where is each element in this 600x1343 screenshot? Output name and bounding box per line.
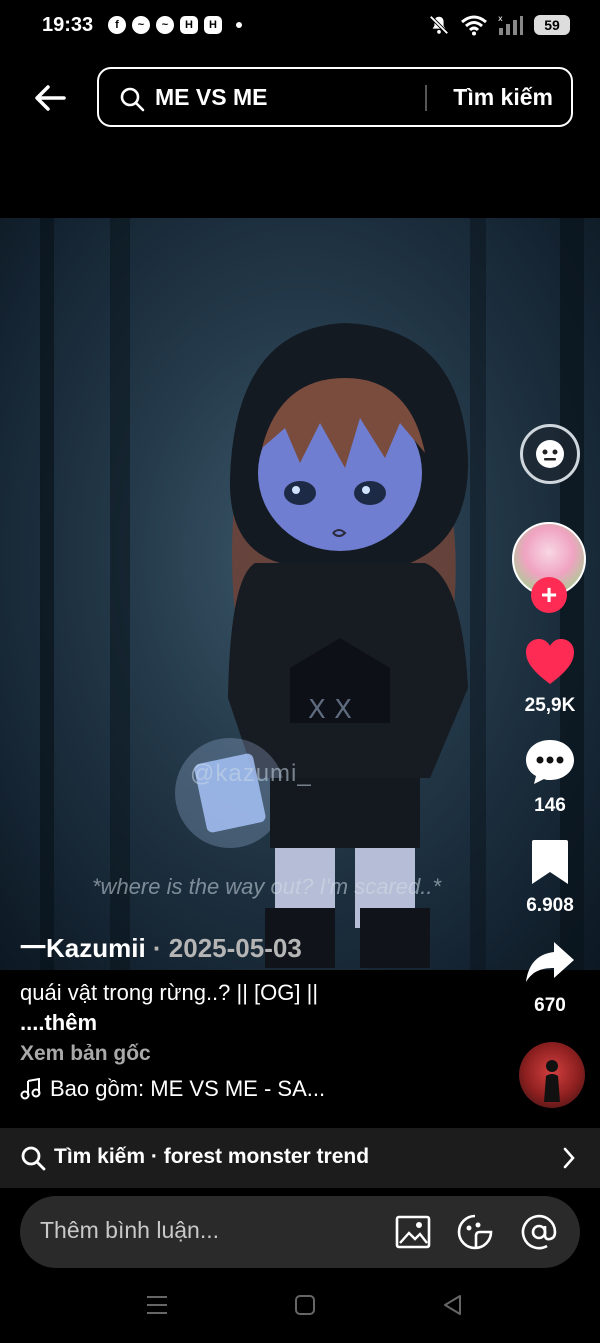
comment-count: 146 — [534, 795, 566, 816]
share-arrow-icon — [526, 942, 574, 982]
bookmark-icon — [532, 840, 568, 884]
battery-indicator: 59 — [534, 15, 570, 35]
search-icon — [21, 1146, 46, 1171]
post-date: · 2025-05-03 — [152, 933, 302, 963]
home-icon[interactable] — [294, 1294, 316, 1316]
related-search-bar[interactable]: Tìm kiếm · forest monster trend — [0, 1128, 600, 1188]
chevron-right-icon — [563, 1147, 575, 1169]
more-notifications-icon — [236, 22, 242, 28]
silhouette-icon — [544, 1060, 560, 1102]
arrow-left-icon — [35, 85, 66, 111]
comment-bar[interactable]: Thêm bình luận... — [20, 1196, 580, 1268]
signal-icon: x — [498, 14, 523, 35]
music-note-icon — [20, 1078, 41, 1100]
save-count: 6.908 — [526, 895, 574, 916]
svg-text:X X: X X — [308, 695, 352, 725]
like-count: 25,9K — [524, 695, 576, 716]
music-info[interactable]: Bao gồm: ME VS ME - SA... — [20, 1076, 325, 1102]
wifi-icon — [461, 15, 487, 36]
search-bar[interactable]: ME VS ME Tìm kiếm — [97, 67, 573, 127]
app-icon: H — [204, 16, 222, 34]
face-filter-button[interactable] — [520, 424, 580, 484]
search-button[interactable]: Tìm kiếm — [453, 84, 553, 111]
status-bar: 19:33 f ~ ~ H H x 59 — [0, 0, 600, 52]
back-button[interactable] — [30, 78, 70, 118]
smiley-icon — [536, 440, 564, 468]
search-divider — [425, 85, 427, 111]
character-illustration: X X — [175, 323, 469, 968]
mute-bell-icon — [429, 15, 449, 35]
bookmark-button[interactable]: 6.908 — [515, 838, 585, 917]
messenger-icon: ~ — [132, 16, 150, 34]
comment-input[interactable]: Thêm bình luận... — [40, 1217, 219, 1244]
notification-icons: f ~ ~ H H — [108, 16, 242, 34]
like-button[interactable]: 25,9K — [515, 638, 585, 717]
comment-bubble-icon — [526, 740, 574, 784]
search-input[interactable]: ME VS ME — [155, 84, 267, 111]
follow-button[interactable]: + — [531, 577, 567, 613]
comment-button[interactable]: 146 — [515, 738, 585, 817]
music-disc[interactable] — [519, 1042, 585, 1108]
plus-icon: + — [540, 579, 558, 610]
back-triangle-icon[interactable] — [442, 1294, 464, 1316]
system-icons: x 59 — [428, 14, 570, 36]
messenger-icon: ~ — [156, 16, 174, 34]
post-description: quái vật trong rừng..? || [OG] || — [20, 980, 319, 1005]
app-icon: H — [180, 16, 198, 34]
heart-icon — [526, 639, 574, 684]
status-time: 19:33 — [42, 14, 94, 36]
music-title: Bao gồm: ME VS ME - SA... — [50, 1076, 326, 1101]
video-player[interactable]: X X @kazumi_ *where is the way out? I'm … — [0, 218, 600, 970]
search-icon — [120, 87, 145, 112]
menu-icon[interactable] — [146, 1294, 168, 1316]
svg-text:x: x — [498, 14, 503, 23]
post-author-line: 一Kazumii · 2025-05-03 — [20, 928, 302, 965]
post-description-block[interactable]: quái vật trong rừng..? || [OG] || ....th… — [20, 978, 318, 1038]
video-watermark: @kazumi_ — [190, 760, 312, 787]
share-count: 670 — [534, 995, 566, 1016]
see-original-link[interactable]: Xem bản gốc — [20, 1042, 151, 1066]
image-icon[interactable] — [394, 1213, 432, 1251]
author-name[interactable]: 一Kazumii — [20, 933, 146, 963]
system-navigation-bar — [0, 1272, 600, 1343]
facebook-icon: f — [108, 16, 126, 34]
video-subtitle: *where is the way out? I'm scared..* — [92, 874, 442, 899]
related-search-text: Tìm kiếm · forest monster trend — [54, 1145, 370, 1168]
sticker-emoji-icon[interactable] — [456, 1213, 494, 1251]
share-button[interactable]: 670 — [515, 938, 585, 1017]
see-more-link[interactable]: ....thêm — [20, 1008, 318, 1038]
mention-icon[interactable] — [520, 1213, 558, 1251]
